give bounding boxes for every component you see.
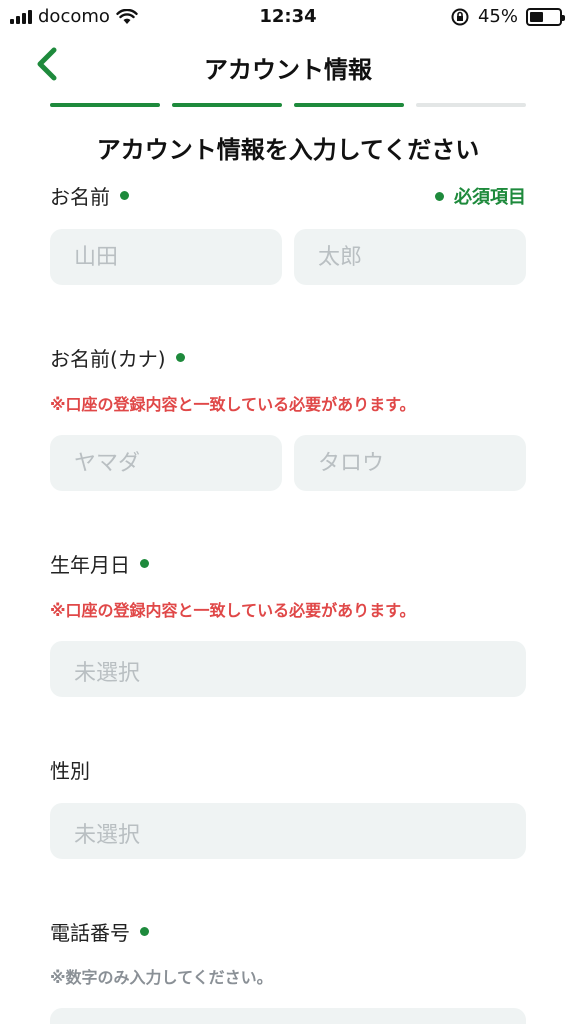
- gender-select[interactable]: 未選択: [50, 803, 526, 859]
- battery-icon: [526, 7, 565, 26]
- required-dot-icon: [175, 353, 185, 362]
- required-dot-icon: [140, 559, 149, 568]
- name-label-text: お名前: [50, 185, 110, 209]
- phone-label-text: 電話番号: [50, 921, 130, 945]
- form-heading: アカウント情報を入力してください: [96, 136, 480, 164]
- page-title: アカウント情報: [204, 56, 372, 84]
- last-name-input[interactable]: [50, 229, 282, 285]
- progress-step: [294, 103, 404, 107]
- rotation-lock-icon: [451, 8, 469, 25]
- phone-label: 電話番号: [50, 917, 149, 946]
- required-legend-text: 必須項目: [454, 187, 526, 208]
- required-dot-icon: [435, 191, 444, 201]
- birthday-select[interactable]: 未選択: [50, 641, 526, 697]
- gender-label: 性別: [50, 755, 90, 784]
- gender-select-value: 未選択: [74, 823, 141, 848]
- first-name-input[interactable]: [294, 229, 526, 285]
- progress-step: [50, 103, 160, 107]
- battery-level: [530, 11, 543, 22]
- last-name-kana-input[interactable]: [50, 435, 282, 491]
- progress-step: [416, 103, 526, 107]
- battery-percent: 45%: [477, 6, 518, 27]
- gender-label-text: 性別: [50, 759, 90, 783]
- step-progress: [50, 103, 526, 107]
- status-bar: docomo 12:34 45%: [0, 0, 576, 34]
- nav-bar: アカウント情報: [0, 34, 576, 96]
- birthday-select-value: 未選択: [74, 661, 141, 686]
- required-dot-icon: [120, 191, 129, 200]
- first-name-kana-input[interactable]: [294, 435, 526, 491]
- progress-step: [172, 103, 282, 107]
- kana-label: お名前(カナ): [50, 343, 185, 372]
- birthday-note: ※口座の登録内容と一致している必要があります。: [50, 601, 416, 620]
- name-label: お名前: [50, 181, 129, 210]
- phone-input[interactable]: [50, 1008, 526, 1024]
- phone-note: ※数字のみ入力してください。: [50, 968, 273, 987]
- battery-group: 45%: [450, 6, 565, 27]
- required-dot-icon: [140, 927, 149, 936]
- kana-label-text: お名前(カナ): [50, 347, 166, 371]
- kana-note: ※口座の登録内容と一致している必要があります。: [50, 395, 416, 414]
- birthday-label: 生年月日: [50, 549, 149, 578]
- birthday-label-text: 生年月日: [50, 553, 130, 577]
- required-legend: 必須項目: [435, 183, 526, 209]
